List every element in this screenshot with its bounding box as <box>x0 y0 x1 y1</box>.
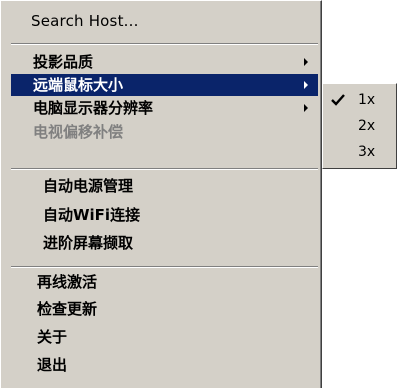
menu-item-label: 电视偏移补偿 <box>33 123 124 141</box>
menu-item-label: 投影品质 <box>33 53 94 71</box>
context-menu: Search Host... 投影品质 远端鼠标大小 电脑显示器分辨率 电视偏移… <box>0 0 322 388</box>
submenu-item-label: 3x <box>358 144 376 160</box>
submenu-arrow-icon <box>304 58 308 66</box>
menu-item-search-host[interactable]: Search Host... <box>11 10 318 32</box>
menu-item-projection-quality[interactable]: 投影品质 <box>11 51 318 73</box>
screen: Search Host... 投影品质 远端鼠标大小 电脑显示器分辨率 电视偏移… <box>0 0 397 388</box>
menu-item-about[interactable]: 关于 <box>11 326 318 348</box>
menu-item-exit[interactable]: 退出 <box>11 354 318 376</box>
menu-item-label: 关于 <box>37 328 68 346</box>
menu-item-label: 远端鼠标大小 <box>33 76 124 94</box>
submenu-item-2x[interactable]: 2x <box>325 114 395 138</box>
menu-separator <box>11 266 318 268</box>
menu-item-remote-mouse-size[interactable]: 远端鼠标大小 <box>11 74 318 96</box>
menu-item-check-updates[interactable]: 检查更新 <box>11 298 318 320</box>
menu-item-label: 检查更新 <box>37 300 98 318</box>
menu-item-auto-wifi-connect[interactable]: 自动WiFi连接 <box>11 204 318 226</box>
menu-item-label: Search Host... <box>31 12 139 30</box>
menu-separator <box>11 43 318 45</box>
menu-item-label: 自动电源管理 <box>43 177 134 195</box>
menu-item-advanced-screen-capture[interactable]: 进阶屏幕撷取 <box>11 232 318 254</box>
submenu-arrow-icon <box>304 81 308 89</box>
menu-item-label: 电脑显示器分辨率 <box>33 99 154 117</box>
menu-item-label: 进阶屏幕撷取 <box>43 234 134 252</box>
checkmark-icon <box>331 94 345 106</box>
menu-item-label: 自动WiFi连接 <box>43 206 141 224</box>
submenu-item-label: 2x <box>358 118 376 134</box>
mouse-size-submenu: 1x 2x 3x <box>322 83 397 169</box>
menu-item-monitor-resolution[interactable]: 电脑显示器分辨率 <box>11 97 318 119</box>
menu-item-tv-overscan-compensation: 电视偏移补偿 <box>11 121 318 143</box>
submenu-arrow-icon <box>304 104 308 112</box>
submenu-item-1x[interactable]: 1x <box>325 88 395 112</box>
menu-item-auto-power-management[interactable]: 自动电源管理 <box>11 175 318 197</box>
submenu-item-3x[interactable]: 3x <box>325 140 395 164</box>
submenu-item-label: 1x <box>358 92 376 108</box>
menu-item-label: 退出 <box>37 356 68 374</box>
menu-item-label: 再线激活 <box>37 273 98 291</box>
menu-item-reactivate[interactable]: 再线激活 <box>11 271 318 293</box>
menu-separator <box>11 168 318 170</box>
